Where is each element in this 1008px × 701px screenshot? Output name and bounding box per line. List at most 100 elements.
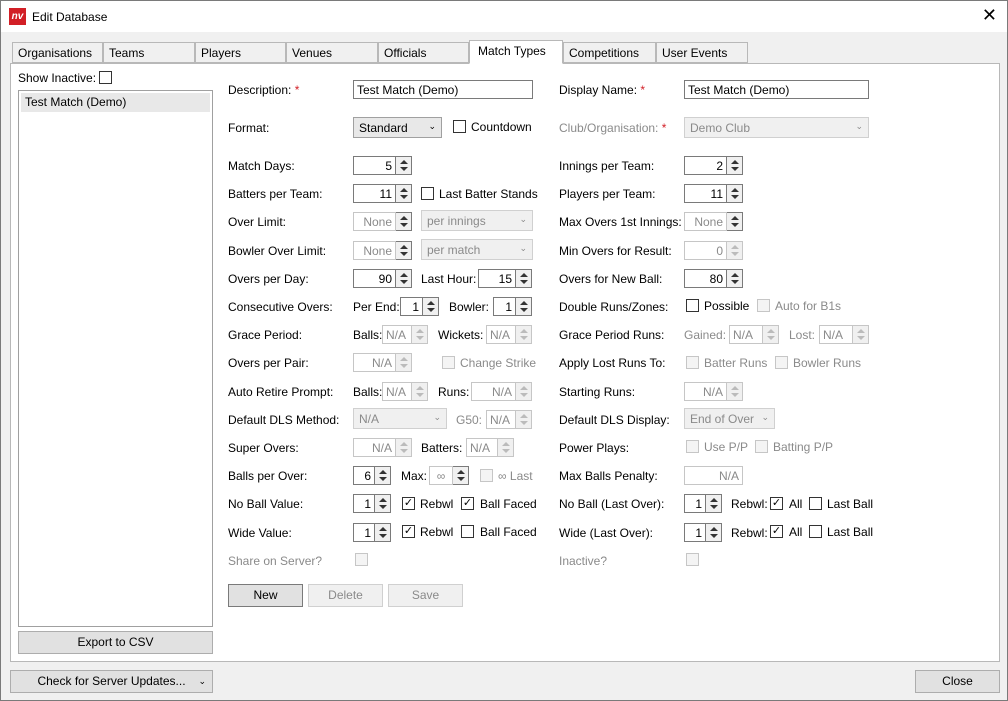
grace-wickets-input[interactable]: N/A (486, 325, 516, 344)
per-end-spinner[interactable] (423, 297, 439, 316)
bowler-consec-input[interactable]: 1 (493, 297, 516, 316)
starting-runs-spinner[interactable] (727, 382, 743, 401)
description-input[interactable]: Test Match (Demo) (353, 80, 533, 99)
overs-pair-spinner[interactable] (396, 353, 412, 372)
inactive-checkbox[interactable] (686, 553, 699, 566)
tab-venues[interactable]: Venues (286, 42, 378, 63)
bowler-limit-unit-select[interactable]: per match ⌄ (421, 239, 533, 260)
no-ball-last-input[interactable]: 1 (684, 494, 706, 513)
no-ball-last-all-checkbox[interactable]: ✓ (770, 497, 783, 510)
change-strike-checkbox[interactable] (442, 356, 455, 369)
overs-pair-input[interactable]: N/A (353, 353, 396, 372)
players-spinner[interactable] (727, 184, 743, 203)
min-overs-spinner[interactable] (727, 241, 743, 260)
no-ball-faced-checkbox[interactable]: ✓ (461, 497, 474, 510)
gained-input[interactable]: N/A (729, 325, 763, 344)
gained-spinner[interactable] (763, 325, 779, 344)
players-input[interactable]: 11 (684, 184, 727, 203)
overs-day-spinner[interactable] (396, 269, 412, 288)
over-limit-input[interactable]: None (353, 212, 396, 231)
check-updates-button[interactable]: Check for Server Updates... ⌄ (10, 670, 213, 693)
format-select[interactable]: Standard ⌄ (353, 117, 442, 138)
wide-spinner[interactable] (375, 523, 391, 542)
no-ball-last-ball-checkbox[interactable] (809, 497, 822, 510)
possible-checkbox[interactable] (686, 299, 699, 312)
countdown-checkbox[interactable] (453, 120, 466, 133)
max-overs-input[interactable]: None (684, 212, 727, 231)
innings-spinner[interactable] (727, 156, 743, 175)
bowler-consec-spinner[interactable] (516, 297, 532, 316)
no-ball-input[interactable]: 1 (353, 494, 375, 513)
batters-input[interactable]: 11 (353, 184, 396, 203)
delete-button[interactable]: Delete (308, 584, 383, 607)
show-inactive-checkbox[interactable] (99, 71, 112, 84)
no-ball-rebwl-checkbox[interactable]: ✓ (402, 497, 415, 510)
use-pp-checkbox[interactable] (686, 440, 699, 453)
super-batters-spinner[interactable] (498, 438, 514, 457)
export-csv-button[interactable]: Export to CSV (18, 631, 213, 654)
close-button[interactable]: Close (915, 670, 1000, 693)
dls-select[interactable]: N/A ⌄ (353, 408, 447, 429)
tab-user-events[interactable]: User Events (656, 42, 748, 63)
super-overs-input[interactable]: N/A (353, 438, 396, 457)
max-balls-input[interactable]: N/A (684, 466, 743, 485)
last-hour-input[interactable]: 15 (478, 269, 516, 288)
tab-organisations[interactable]: Organisations (12, 42, 103, 63)
bowler-limit-spinner[interactable] (396, 241, 412, 260)
tab-competitions[interactable]: Competitions (563, 42, 656, 63)
save-button[interactable]: Save (388, 584, 463, 607)
balls-over-input[interactable]: 6 (353, 466, 375, 485)
wide-last-all-checkbox[interactable]: ✓ (770, 525, 783, 538)
batting-pp-checkbox[interactable] (755, 440, 768, 453)
share-checkbox[interactable] (355, 553, 368, 566)
super-overs-spinner[interactable] (396, 438, 412, 457)
retire-balls-input[interactable]: N/A (382, 382, 412, 401)
wide-last-spinner[interactable] (706, 523, 722, 542)
overs-day-input[interactable]: 90 (353, 269, 396, 288)
over-limit-spinner[interactable] (396, 212, 412, 231)
lost-spinner[interactable] (853, 325, 869, 344)
over-limit-unit-select[interactable]: per innings ⌄ (421, 210, 533, 231)
tab-officials[interactable]: Officials (378, 42, 469, 63)
match-type-list[interactable]: Test Match (Demo) (18, 90, 213, 627)
list-item[interactable]: Test Match (Demo) (21, 93, 210, 112)
inf-last-checkbox[interactable] (480, 469, 493, 482)
g50-input[interactable]: N/A (486, 410, 516, 429)
wide-last-ball-checkbox[interactable] (809, 525, 822, 538)
dls-display-select[interactable]: End of Over ⌄ (684, 408, 775, 429)
new-ball-input[interactable]: 80 (684, 269, 727, 288)
last-batter-checkbox[interactable] (421, 187, 434, 200)
auto-b1s-checkbox[interactable] (757, 299, 770, 312)
batters-spinner[interactable] (396, 184, 412, 203)
balls-over-spinner[interactable] (375, 466, 391, 485)
retire-balls-spinner[interactable] (412, 382, 428, 401)
lost-input[interactable]: N/A (819, 325, 853, 344)
display-name-input[interactable]: Test Match (Demo) (684, 80, 869, 99)
starting-runs-input[interactable]: N/A (684, 382, 727, 401)
club-select[interactable]: Demo Club ⌄ (684, 117, 869, 138)
max-input[interactable]: ∞ (429, 466, 453, 485)
no-ball-last-spinner[interactable] (706, 494, 722, 513)
batter-runs-checkbox[interactable] (686, 356, 699, 369)
innings-input[interactable]: 2 (684, 156, 727, 175)
last-hour-spinner[interactable] (516, 269, 532, 288)
match-days-input[interactable]: 5 (353, 156, 396, 175)
match-days-spinner[interactable] (396, 156, 412, 175)
wide-faced-checkbox[interactable] (461, 525, 474, 538)
wide-last-input[interactable]: 1 (684, 523, 706, 542)
per-end-input[interactable]: 1 (400, 297, 423, 316)
min-overs-input[interactable]: 0 (684, 241, 727, 260)
wide-input[interactable]: 1 (353, 523, 375, 542)
grace-balls-spinner[interactable] (412, 325, 428, 344)
bowler-limit-input[interactable]: None (353, 241, 396, 260)
g50-spinner[interactable] (516, 410, 532, 429)
new-ball-spinner[interactable] (727, 269, 743, 288)
super-batters-input[interactable]: N/A (466, 438, 498, 457)
wide-rebwl-checkbox[interactable]: ✓ (402, 525, 415, 538)
max-overs-spinner[interactable] (727, 212, 743, 231)
tab-players[interactable]: Players (195, 42, 286, 63)
bowler-runs-checkbox[interactable] (775, 356, 788, 369)
new-button[interactable]: New (228, 584, 303, 607)
close-icon[interactable]: ✕ (982, 6, 997, 24)
grace-wickets-spinner[interactable] (516, 325, 532, 344)
